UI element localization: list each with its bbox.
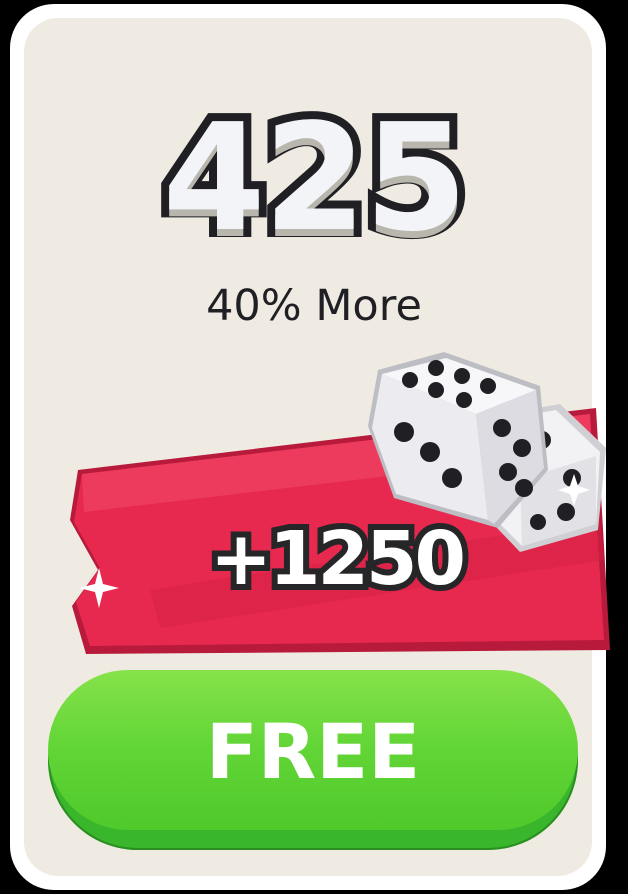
- bonus-amount: +1250: [204, 510, 472, 608]
- offer-subtitle: 40% More: [206, 281, 422, 331]
- free-button-label: FREE: [205, 707, 421, 796]
- offer-amount: 425: [155, 90, 476, 266]
- free-button[interactable]: FREE: [48, 670, 578, 850]
